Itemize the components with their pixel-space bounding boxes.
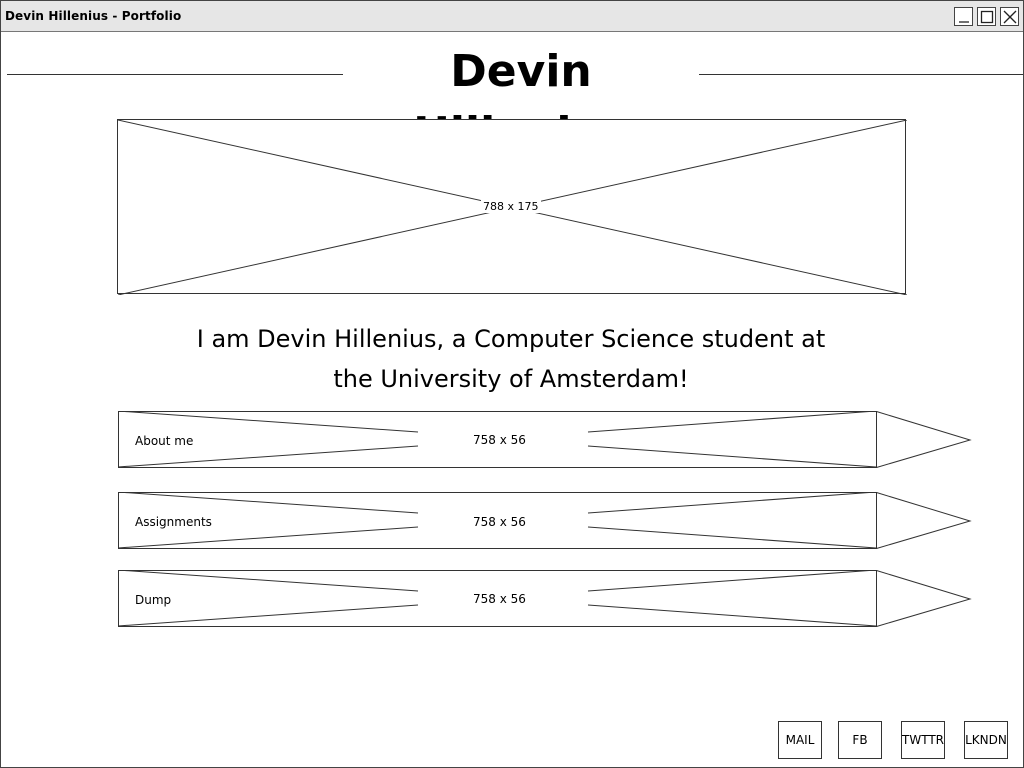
nav-item-dump[interactable]: Dump 758 x 56 <box>118 570 974 630</box>
header-divider-right <box>699 74 1023 75</box>
nav-dimension-label: 758 x 56 <box>473 433 526 447</box>
twitter-button[interactable]: TWTTR <box>901 721 945 759</box>
intro-text: I am Devin Hillenius, a Computer Science… <box>151 319 871 399</box>
banner-image: 788 x 175 <box>117 119 907 295</box>
nav-item-label: Assignments <box>135 515 212 529</box>
intro-line-1: I am Devin Hillenius, a Computer Science… <box>196 325 826 353</box>
nav-item-label: Dump <box>135 593 172 607</box>
mail-button[interactable]: MAIL <box>778 721 822 759</box>
nav-dimension-label: 758 x 56 <box>473 592 526 606</box>
linkedin-button[interactable]: LKNDN <box>964 721 1008 759</box>
window-title: Devin Hillenius - Portfolio <box>5 9 182 23</box>
maximize-button[interactable] <box>977 7 996 26</box>
header-divider-left <box>7 74 343 75</box>
close-button[interactable] <box>1000 7 1019 26</box>
minimize-button[interactable] <box>954 7 973 26</box>
nav-dimension-label: 758 x 56 <box>473 515 526 529</box>
intro-line-2: the University of Amsterdam! <box>333 365 689 393</box>
minimize-icon <box>959 21 969 23</box>
nav-arrow-shape <box>118 492 972 549</box>
facebook-button[interactable]: FB <box>838 721 882 759</box>
close-icon <box>1003 10 1017 24</box>
banner-dimension-label: 788 x 175 <box>481 200 541 213</box>
nav-arrow-shape <box>118 570 972 627</box>
nav-item-about[interactable]: About me 758 x 56 <box>118 411 974 471</box>
nav-item-assignments[interactable]: Assignments 758 x 56 <box>118 492 974 552</box>
nav-item-label: About me <box>135 434 194 448</box>
page-header: Devin Hillenius <box>1 41 1023 159</box>
browser-window: Devin Hillenius - Portfolio Devin Hillen… <box>0 0 1024 768</box>
maximize-icon <box>980 10 994 24</box>
window-titlebar: Devin Hillenius - Portfolio <box>1 1 1023 32</box>
nav-arrow-shape <box>118 411 972 468</box>
